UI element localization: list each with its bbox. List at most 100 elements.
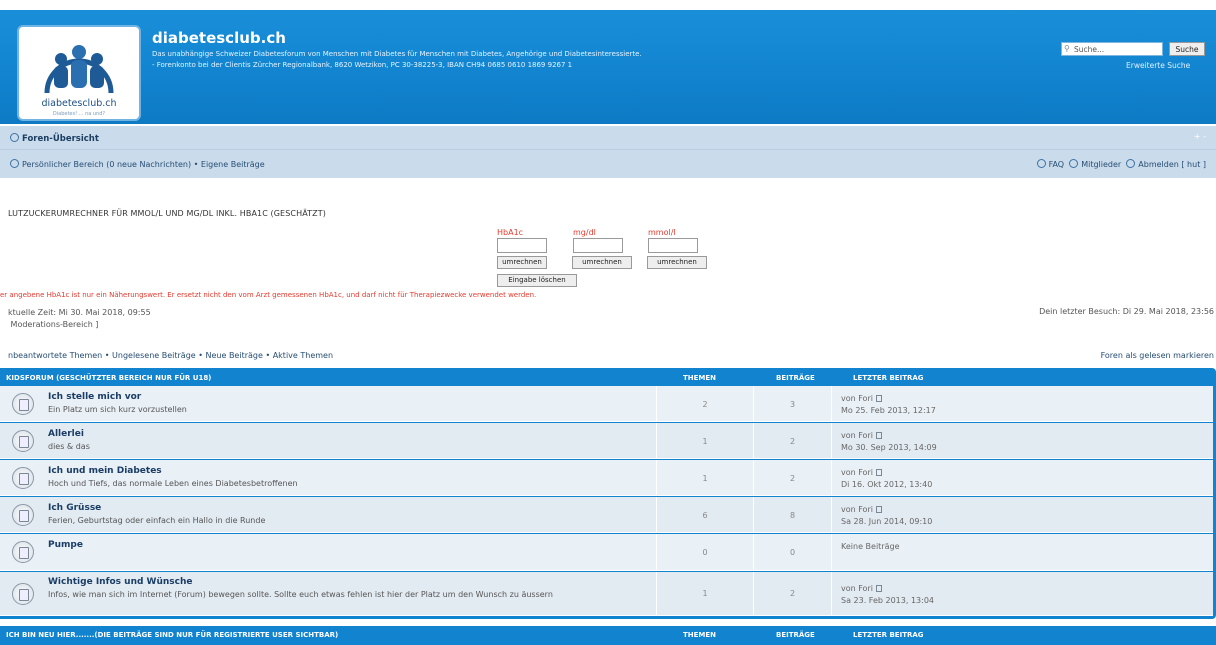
last-post-author[interactable]: von Fori xyxy=(841,393,936,405)
last-post-date: Mo 25. Feb 2013, 12:17 xyxy=(841,406,936,415)
members-icon xyxy=(1069,159,1079,168)
last-post-author-label: von Fori xyxy=(841,584,873,593)
last-visit: Dein letzter Besuch: Di 29. Mai 2018, 23… xyxy=(1039,307,1214,316)
forum-cell: Wichtige Infos und Wünsche Infos, wie ma… xyxy=(0,572,656,615)
time-info: ktuelle Zeit: Mi 30. Mai 2018, 09:55 Mod… xyxy=(8,307,151,331)
forum-overview-link[interactable]: Foren-Übersicht xyxy=(10,133,99,144)
forum-category-header[interactable]: ICH BIN NEU HIER.......(DIE BEITRÄGE SIN… xyxy=(6,626,338,644)
last-post: von Fori Sa 23. Feb 2013, 13:04 xyxy=(831,572,934,615)
last-post: von Fori Mo 25. Feb 2013, 12:17 xyxy=(831,386,936,421)
col-last-header: LETZTER BEITRAG xyxy=(853,631,924,639)
forum-row[interactable]: Pumpe 0 0 Keine Beiträge xyxy=(0,534,1213,571)
mgdl-input[interactable] xyxy=(573,238,623,253)
forum-description: Hoch und Tiefs, das normale Leben eines … xyxy=(48,479,298,488)
site-title[interactable]: diabetesclub.ch xyxy=(152,29,286,47)
logo-text: diabetesclub.ch xyxy=(41,98,117,109)
col-topics-header: THEMEN xyxy=(683,374,717,382)
forum-cell: Allerlei dies & das xyxy=(0,423,656,458)
forum-row[interactable]: Wichtige Infos und Wünsche Infos, wie ma… xyxy=(0,572,1213,616)
mmol-input[interactable] xyxy=(648,238,698,253)
forum-title[interactable]: Ich und mein Diabetes xyxy=(48,466,162,476)
posts-count: 3 xyxy=(753,386,831,421)
last-post-author-label: von Fori xyxy=(841,394,873,403)
last-post: von Fori Sa 28. Jun 2014, 09:10 xyxy=(831,497,932,532)
moderation-label: Moderations-Bereich ] xyxy=(10,320,99,329)
forum-row[interactable]: Ich Grüsse Ferien, Geburtstag oder einfa… xyxy=(0,497,1213,533)
last-post-author-label: von Fori xyxy=(841,505,873,514)
last-post-author[interactable]: von Fori xyxy=(841,504,932,516)
nav-user-links: FAQ Mitglieder Abmelden [ hut ] xyxy=(1036,159,1206,169)
mgdl-label: mg/dl xyxy=(573,228,596,237)
topics-count: 2 xyxy=(656,386,753,421)
view-post-icon[interactable] xyxy=(875,469,882,476)
posts-count: 8 xyxy=(753,497,831,532)
view-post-icon[interactable] xyxy=(875,395,882,402)
posts-count: 2 xyxy=(753,423,831,458)
view-post-icon[interactable] xyxy=(875,506,882,513)
search-button[interactable]: Suche xyxy=(1169,42,1205,56)
last-post-date: Mo 30. Sep 2013, 14:09 xyxy=(841,443,937,452)
logout-icon xyxy=(1126,159,1136,168)
last-post-author-label: von Fori xyxy=(841,468,873,477)
forum-table-2: ICH BIN NEU HIER.......(DIE BEITRÄGE SIN… xyxy=(0,626,1216,645)
mark-read-link[interactable]: Foren als gelesen markieren xyxy=(1101,351,1214,360)
topics-count: 1 xyxy=(656,572,753,615)
faq-icon xyxy=(1036,159,1046,168)
forum-read-icon xyxy=(12,541,34,563)
forum-overview-label: Foren-Übersicht xyxy=(22,134,99,144)
members-link[interactable]: Mitglieder xyxy=(1081,160,1121,169)
view-post-icon[interactable] xyxy=(875,585,882,592)
last-post-author[interactable]: von Fori xyxy=(841,583,934,595)
forum-category-header[interactable]: KIDSFORUM (GESCHÜTZTER BEREICH NUR FÜR U… xyxy=(6,368,211,386)
site-header: diabetesclub.ch Diabetes! ... na und? di… xyxy=(0,10,1216,124)
moderation-link[interactable]: Moderations-Bereich ] xyxy=(8,319,151,331)
site-description-line: Das unabhängige Schweizer Diabetesforum … xyxy=(152,50,642,58)
search-input[interactable]: ⚲ Suche... xyxy=(1061,42,1163,56)
faq-link[interactable]: FAQ xyxy=(1049,160,1065,169)
forum-read-icon xyxy=(12,393,34,415)
clear-input-button[interactable]: Eingabe löschen xyxy=(497,274,577,287)
forum-cell: Ich und mein Diabetes Hoch und Tiefs, da… xyxy=(0,460,656,495)
last-post-date: Sa 28. Jun 2014, 09:10 xyxy=(841,517,933,526)
convert-hba1c-button[interactable]: umrechnen xyxy=(497,256,547,269)
forum-cell: Pumpe xyxy=(0,534,656,570)
forum-cell: Ich Grüsse Ferien, Geburtstag oder einfa… xyxy=(0,497,656,532)
logo-people-icon xyxy=(44,45,114,94)
site-logo[interactable]: diabetesclub.ch Diabetes! ... na und? xyxy=(17,25,141,121)
forum-title[interactable]: Wichtige Infos und Wünsche xyxy=(48,577,193,587)
last-post-author[interactable]: von Fori xyxy=(841,430,937,442)
last-post: von Fori Di 16. Okt 2012, 13:40 xyxy=(831,460,932,495)
last-post: von Fori Mo 30. Sep 2013, 14:09 xyxy=(831,423,937,458)
forum-row[interactable]: Ich und mein Diabetes Hoch und Tiefs, da… xyxy=(0,460,1213,496)
personal-area-link[interactable]: Persönlicher Bereich (0 neue Nachrichten… xyxy=(10,159,265,169)
user-icon xyxy=(10,159,19,168)
no-posts-label: Keine Beiträge xyxy=(841,542,900,551)
calculator-warning: er angebene HbA1c ist nur ein Näherungsw… xyxy=(0,291,537,299)
convert-mgdl-button[interactable]: umrechnen xyxy=(572,256,632,269)
logo-tagline: Diabetes! ... na und? xyxy=(52,111,106,117)
forum-title[interactable]: Allerlei xyxy=(48,429,84,439)
forum-read-icon xyxy=(12,467,34,489)
logout-link[interactable]: Abmelden [ hut ] xyxy=(1138,160,1206,169)
forum-table: KIDSFORUM (GESCHÜTZTER BEREICH NUR FÜR U… xyxy=(0,368,1216,619)
advanced-search-link[interactable]: Erweiterte Suche xyxy=(1126,61,1190,70)
personal-area-label: Persönlicher Bereich (0 neue Nachrichten… xyxy=(22,160,265,169)
hba1c-label: HbA1c xyxy=(497,228,524,237)
topics-count: 1 xyxy=(656,423,753,458)
last-post-author[interactable]: von Fori xyxy=(841,467,932,479)
convert-mmol-button[interactable]: umrechnen xyxy=(647,256,707,269)
forum-row[interactable]: Allerlei dies & das 1 2 von Fori Mo 30. … xyxy=(0,423,1213,459)
view-post-icon[interactable] xyxy=(875,432,882,439)
hba1c-input[interactable] xyxy=(497,238,547,253)
forum-read-icon xyxy=(12,583,34,605)
forum-title[interactable]: Ich Grüsse xyxy=(48,503,101,513)
topic-links[interactable]: nbeantwortete Themen • Ungelesene Beiträ… xyxy=(8,351,333,360)
calculator-title: LUTZUCKERUMRECHNER FÜR MMOL/L UND MG/DL … xyxy=(8,209,326,218)
forum-title[interactable]: Ich stelle mich vor xyxy=(48,392,141,402)
site-description-line: - Forenkonto bei der Clientis Zürcher Re… xyxy=(152,61,573,69)
topics-count: 6 xyxy=(656,497,753,532)
forum-read-icon xyxy=(12,504,34,526)
forum-row[interactable]: Ich stelle mich vor Ein Platz um sich ku… xyxy=(0,386,1213,422)
font-size-toggle[interactable]: + - xyxy=(1194,132,1206,141)
forum-title[interactable]: Pumpe xyxy=(48,540,83,550)
